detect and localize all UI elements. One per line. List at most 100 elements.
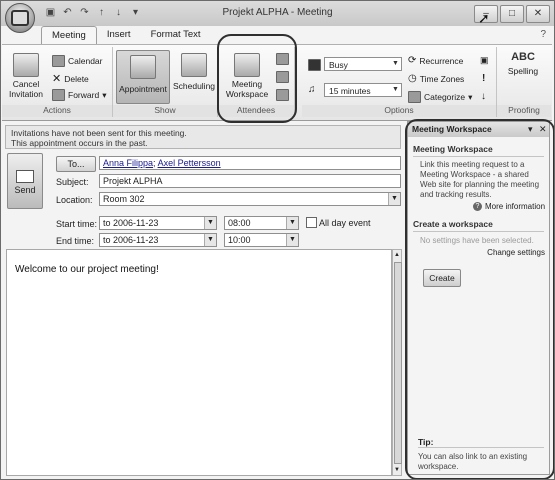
group-attendees: Meeting Workspace Attendees — [218, 47, 295, 117]
location-field[interactable]: Room 302 ▼ — [99, 192, 401, 206]
end-date-select[interactable]: to 2006-11-23 ▼ — [99, 233, 217, 247]
recurrence-button[interactable]: ⟳ Recurrence — [408, 55, 463, 66]
cancel-invitation-button[interactable]: Cancel Invitation — [6, 53, 46, 99]
to-field[interactable]: Anna Filippa; Axel Pettersson — [99, 156, 401, 170]
scroll-up-icon[interactable]: ▲ — [393, 250, 401, 260]
forward-button[interactable]: Forward ▾ — [52, 89, 106, 101]
busy-color-icon — [308, 59, 321, 71]
maximize-icon[interactable]: □ — [500, 5, 524, 23]
chevron-down-icon: ▼ — [286, 217, 298, 229]
more-information-label: More information — [485, 202, 546, 211]
group-actions: Cancel Invitation Calendar ✕ Delete Forwa… — [2, 47, 113, 117]
scroll-down-icon[interactable]: ▼ — [393, 465, 401, 475]
bell-icon: ♫ — [308, 84, 316, 95]
cancel-label-1: Cancel — [12, 79, 40, 89]
chevron-down-icon: ▼ — [286, 234, 298, 246]
chevron-down-icon: ▼ — [204, 217, 216, 229]
group-label-actions: Actions — [2, 105, 112, 117]
cancel-label-2: Invitation — [8, 89, 44, 99]
chevron-down-icon: ▾ — [102, 89, 107, 100]
help-circle-icon: ? — [473, 202, 482, 211]
attendee-2[interactable]: Axel Pettersson — [158, 158, 221, 168]
group-label-show: Show — [113, 105, 217, 117]
importance-low-icon[interactable]: ↓ — [481, 91, 486, 102]
meeting-workspace-icon — [234, 53, 260, 77]
recurrence-icon: ⟳ — [408, 55, 417, 66]
body-scrollbar[interactable]: ▲ ▼ — [392, 249, 402, 476]
response-options-icon[interactable] — [276, 89, 289, 101]
spelling-icon: ABC — [511, 51, 535, 63]
change-settings-link[interactable]: Change settings — [487, 248, 545, 257]
calendar-button[interactable]: Calendar — [52, 55, 103, 67]
outlook-meeting-window: ▣ ↶ ↷ ↑ ↓ ▾ Projekt ALPHA - Meeting – □ … — [0, 0, 555, 480]
info-line-1: Invitations have not been sent for this … — [11, 128, 187, 138]
address-book-icon[interactable] — [276, 53, 289, 65]
start-time-select[interactable]: 08:00 ▼ — [224, 216, 299, 230]
spelling-label: Spelling — [507, 66, 539, 76]
calendar-icon — [52, 55, 65, 67]
section-create-workspace: Create a workspace — [413, 219, 544, 232]
subject-field[interactable]: Projekt ALPHA — [99, 174, 401, 188]
pane-close-icon[interactable]: ✕ — [539, 122, 547, 137]
show-as-select[interactable]: Busy ▼ — [324, 57, 402, 71]
tip-label: Tip: — [418, 437, 544, 448]
send-button[interactable]: Send — [7, 153, 43, 209]
time-zones-label: Time Zones — [419, 73, 465, 84]
end-time-value: 10:00 — [228, 235, 251, 245]
scheduling-button[interactable]: Scheduling — [171, 53, 217, 91]
tab-format-text[interactable]: Format Text — [141, 26, 211, 44]
to-button[interactable]: To... — [56, 156, 96, 172]
tab-insert[interactable]: Insert — [97, 26, 141, 44]
time-zones-button[interactable]: ◷ Time Zones — [408, 73, 464, 84]
scroll-thumb[interactable] — [394, 262, 402, 464]
group-label-options: Options — [302, 105, 496, 117]
cancel-invitation-icon — [13, 53, 39, 77]
chevron-down-icon[interactable]: ▼ — [388, 193, 400, 205]
group-proofing: ABC Spelling Proofing — [497, 47, 551, 117]
more-information-link[interactable]: ? More information — [473, 202, 545, 211]
meeting-workspace-label-1: Meeting — [231, 79, 263, 89]
help-icon[interactable]: ? — [540, 29, 546, 40]
close-icon[interactable]: ✕ — [526, 5, 550, 23]
appointment-icon — [130, 55, 156, 79]
tab-meeting[interactable]: Meeting — [41, 26, 97, 45]
private-icon[interactable]: ▣ — [480, 55, 489, 66]
ribbon: Cancel Invitation Calendar ✕ Delete Forwa… — [2, 44, 552, 121]
group-show: Appointment Scheduling Show — [113, 47, 218, 117]
check-names-icon[interactable] — [276, 71, 289, 83]
ribbon-tabs: Meeting Insert Format Text — [41, 26, 211, 45]
delete-icon: ✕ — [52, 73, 62, 85]
calendar-label: Calendar — [68, 56, 103, 66]
pane-menu-icon[interactable]: ▾ — [528, 122, 533, 137]
reminder-select[interactable]: 15 minutes ▼ — [324, 83, 402, 97]
chevron-down-icon: ▼ — [392, 60, 399, 67]
scheduling-label: Scheduling — [172, 81, 216, 91]
group-label-attendees: Attendees — [218, 105, 294, 117]
delete-button[interactable]: ✕ Delete — [52, 72, 89, 85]
meeting-workspace-label-2: Workspace — [225, 89, 269, 99]
attendee-1[interactable]: Anna Filippa — [103, 158, 153, 168]
message-body[interactable]: Welcome to our project meeting! — [6, 249, 392, 476]
meeting-workspace-button[interactable]: Meeting Workspace — [222, 53, 272, 99]
pane-header: Meeting Workspace ▾ ✕ — [408, 122, 549, 137]
office-button[interactable] — [5, 3, 35, 33]
chevron-down-icon: ▼ — [392, 86, 399, 93]
end-time-select[interactable]: 10:00 ▼ — [224, 233, 299, 247]
spelling-button[interactable]: ABC Spelling — [501, 51, 545, 77]
appointment-button[interactable]: Appointment — [116, 50, 170, 104]
scheduling-icon — [181, 53, 207, 77]
group-label-proofing: Proofing — [497, 105, 551, 117]
importance-high-icon[interactable]: ! — [482, 73, 485, 84]
end-date-value: to 2006-11-23 — [103, 235, 159, 245]
end-time-label: End time: — [56, 236, 95, 246]
title-bar: ▣ ↶ ↷ ↑ ↓ ▾ Projekt ALPHA - Meeting – □ … — [1, 1, 554, 26]
location-value: Room 302 — [103, 194, 145, 204]
all-day-checkbox[interactable] — [306, 217, 317, 228]
start-date-value: to 2006-11-23 — [103, 218, 159, 228]
create-button[interactable]: Create — [423, 269, 461, 287]
no-settings-text: No settings have been selected. — [420, 236, 534, 245]
group-options: Busy ▼ ♫ 15 minutes ▼ ⟳ Recurrence ◷ Time … — [302, 47, 497, 117]
info-bar: Invitations have not been sent for this … — [5, 125, 401, 149]
categorize-button[interactable]: Categorize ▾ — [408, 91, 472, 103]
start-date-select[interactable]: to 2006-11-23 ▼ — [99, 216, 217, 230]
